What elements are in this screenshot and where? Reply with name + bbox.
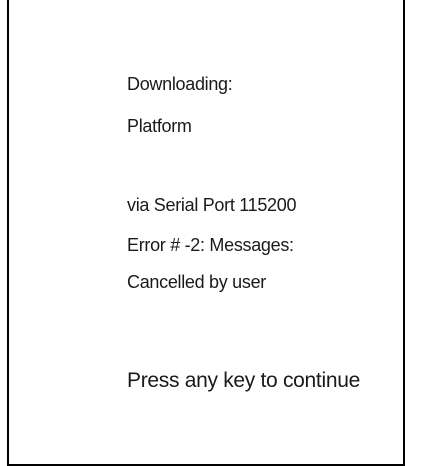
downloading-label: Downloading: (127, 74, 233, 94)
terminal-screen (7, 0, 405, 466)
error-message: Cancelled by user (127, 272, 266, 292)
connection-info: via Serial Port 115200 (127, 195, 297, 215)
continue-prompt[interactable]: Press any key to continue (127, 369, 360, 393)
download-target: Platform (127, 116, 192, 136)
error-code-line: Error # -2: Messages: (127, 235, 294, 255)
